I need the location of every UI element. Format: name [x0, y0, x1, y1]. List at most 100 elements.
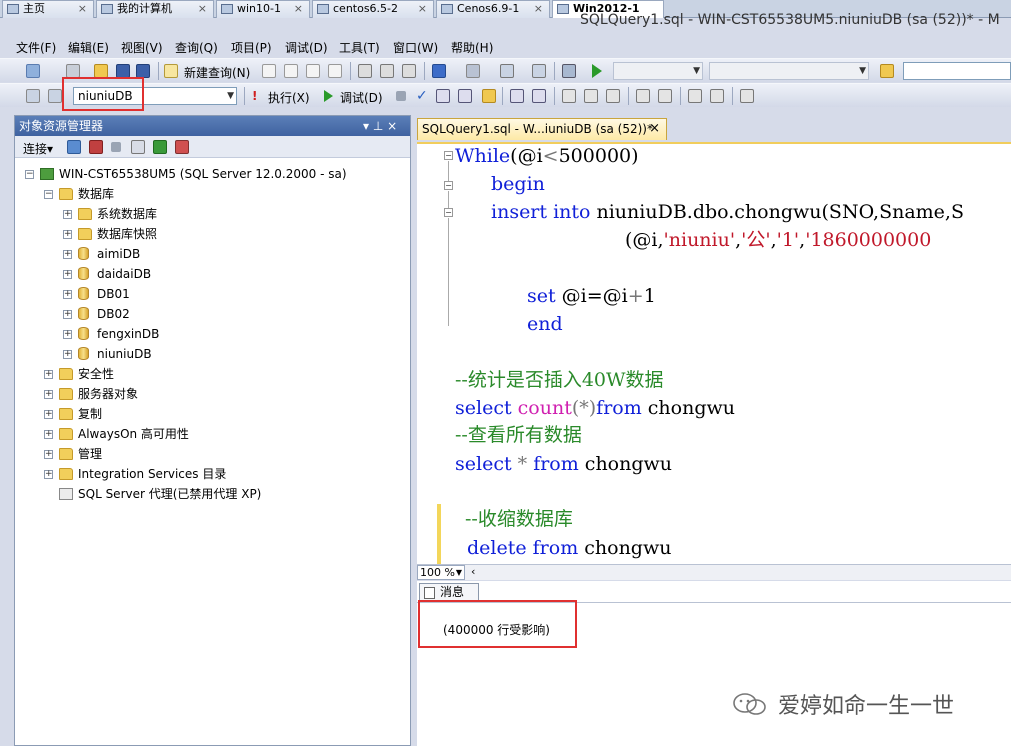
tree-node[interactable]: + 管理	[15, 444, 405, 464]
expand-icon[interactable]: +	[63, 230, 72, 239]
expand-icon[interactable]: +	[63, 270, 72, 279]
xmla-query-icon[interactable]	[328, 64, 342, 78]
expand-icon[interactable]: +	[63, 330, 72, 339]
close-icon[interactable]: ×	[649, 119, 660, 139]
connect-icon[interactable]	[26, 89, 40, 103]
platform-select[interactable]: ▼	[709, 62, 869, 80]
tree-node[interactable]: + DB01	[15, 284, 405, 304]
disconnect-icon[interactable]	[89, 140, 103, 154]
solution-config-select[interactable]: ▼	[613, 62, 703, 80]
expand-icon[interactable]: +	[63, 350, 72, 359]
include-plan-icon[interactable]	[510, 89, 524, 103]
query-design-icon[interactable]	[458, 89, 472, 103]
specify-values-icon[interactable]	[740, 89, 754, 103]
collapse-icon[interactable]: −	[444, 181, 453, 190]
connect-server-icon[interactable]	[67, 140, 81, 154]
comment-icon[interactable]	[636, 89, 650, 103]
filter-icon[interactable]	[131, 140, 145, 154]
menu-tools[interactable]: 工具(T)	[339, 39, 380, 56]
collapse-icon[interactable]: −	[25, 170, 34, 179]
activity-icon[interactable]	[175, 140, 189, 154]
menu-window[interactable]: 窗口(W)	[393, 39, 438, 56]
client-stats-icon[interactable]	[532, 89, 546, 103]
menu-help[interactable]: 帮助(H)	[451, 39, 493, 56]
menu-view[interactable]: 视图(V)	[121, 39, 163, 56]
paste-icon[interactable]	[402, 64, 416, 78]
vm-tab-win10[interactable]: win10-1 ×	[216, 0, 310, 18]
vm-tab-cenos69[interactable]: Cenos6.9-1 ×	[436, 0, 550, 18]
scroll-left-icon[interactable]: ‹	[471, 565, 475, 578]
tree-node[interactable]: + 数据库快照	[15, 224, 405, 244]
dmx-query-icon[interactable]	[306, 64, 320, 78]
tree-node[interactable]: − 数据库	[15, 184, 405, 204]
copy-icon[interactable]	[380, 64, 394, 78]
tree-node[interactable]: + DB02	[15, 304, 405, 324]
close-icon[interactable]: ×	[198, 1, 207, 17]
results-to-icon[interactable]	[482, 89, 496, 103]
menu-edit[interactable]: 编辑(E)	[68, 39, 109, 56]
uncomment-icon[interactable]	[658, 89, 672, 103]
expand-icon[interactable]: +	[44, 410, 53, 419]
collapse-icon[interactable]: −	[444, 151, 453, 160]
messages-tab[interactable]: 消息	[419, 583, 479, 601]
save-all-icon[interactable]	[136, 64, 150, 78]
results-file-icon[interactable]	[606, 89, 620, 103]
find-icon[interactable]	[880, 64, 894, 78]
open-folder-icon[interactable]	[94, 64, 108, 78]
tree-node[interactable]: + fengxinDB	[15, 324, 405, 344]
collapse-icon[interactable]: −	[444, 208, 453, 217]
expand-icon[interactable]: +	[44, 470, 53, 479]
expand-icon[interactable]: +	[44, 430, 53, 439]
tree-node[interactable]: + Integration Services 目录	[15, 464, 405, 484]
tree-node[interactable]: + 系统数据库	[15, 204, 405, 224]
menu-file[interactable]: 文件(F)	[16, 39, 56, 56]
results-grid-icon[interactable]	[584, 89, 598, 103]
navigate-icon[interactable]	[500, 64, 514, 78]
redo-icon[interactable]	[466, 64, 480, 78]
expand-icon[interactable]: +	[63, 310, 72, 319]
debug-button[interactable]: 调试(D)	[340, 89, 383, 106]
expand-icon[interactable]: +	[44, 390, 53, 399]
database-select[interactable]: niuniuDB ▼	[73, 87, 237, 105]
tree-node[interactable]: + 服务器对象	[15, 384, 405, 404]
close-icon[interactable]: ×	[534, 1, 543, 17]
pin-icon[interactable]: ▾ ⊥ ×	[363, 116, 397, 136]
decrease-indent-icon[interactable]	[688, 89, 702, 103]
tree-node[interactable]: SQL Server 代理(已禁用代理 XP)	[15, 484, 405, 504]
save-icon[interactable]	[116, 64, 130, 78]
cut-icon[interactable]	[358, 64, 372, 78]
expand-icon[interactable]: +	[63, 210, 72, 219]
code-editor[interactable]: − − − While(@i<500000) begin insert into…	[417, 142, 1011, 564]
expand-icon[interactable]: +	[63, 290, 72, 299]
vm-tab-centos65[interactable]: centos6.5-2 ×	[312, 0, 434, 18]
close-icon[interactable]: ×	[78, 1, 87, 17]
execute-button[interactable]: 执行(X)	[268, 89, 310, 106]
tree-node[interactable]: + 安全性	[15, 364, 405, 384]
connect-button[interactable]: 连接▾	[23, 140, 53, 157]
new-project-icon[interactable]	[26, 64, 40, 78]
start-icon[interactable]	[592, 64, 602, 78]
tree-node[interactable]: + AlwaysOn 高可用性	[15, 424, 405, 444]
add-item-icon[interactable]	[66, 64, 80, 78]
expand-icon[interactable]: +	[63, 250, 72, 259]
close-icon[interactable]: ×	[418, 1, 427, 17]
new-query-button[interactable]: 新建查询(N)	[184, 64, 250, 81]
zoom-select[interactable]: 100 % ▼	[417, 565, 465, 580]
vm-tab-my-computer[interactable]: 我的计算机 ×	[96, 0, 214, 18]
mdx-query-icon[interactable]	[284, 64, 298, 78]
tree-node[interactable]: − WIN-CST65538UM5 (SQL Server 12.0.2000 -…	[15, 164, 405, 184]
vm-tab-home[interactable]: 主页 ×	[2, 0, 94, 18]
menu-project[interactable]: 项目(P)	[231, 39, 272, 56]
increase-indent-icon[interactable]	[710, 89, 724, 103]
expand-icon[interactable]: +	[44, 370, 53, 379]
tree-node[interactable]: + 复制	[15, 404, 405, 424]
document-tab[interactable]: SQLQuery1.sql - W...iuniuDB (sa (52))* ×	[417, 118, 667, 140]
tree-node[interactable]: + aimiDB	[15, 244, 405, 264]
change-connection-icon[interactable]	[48, 89, 62, 103]
display-plan-icon[interactable]	[436, 89, 450, 103]
expand-icon[interactable]: +	[44, 450, 53, 459]
tree-node[interactable]: + niuniuDB	[15, 344, 405, 364]
parse-check-icon[interactable]: ✓	[416, 89, 430, 103]
close-icon[interactable]: ×	[294, 1, 303, 17]
collapse-icon[interactable]: −	[44, 190, 53, 199]
